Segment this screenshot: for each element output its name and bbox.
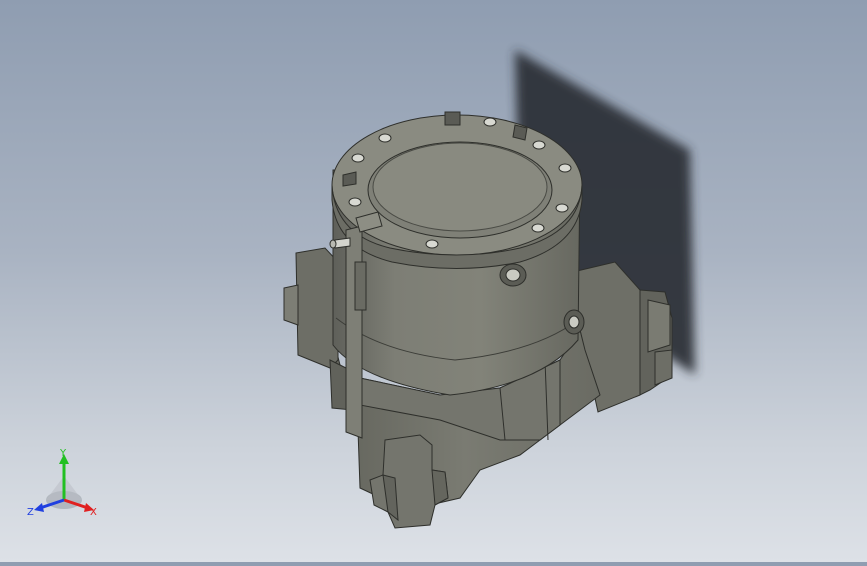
triad-z-label: Z [27,507,34,518]
triad-y-label: Y [59,448,67,459]
top-flange [331,114,583,269]
graphics-viewport[interactable]: Y X Z [0,0,867,562]
orientation-triad[interactable]: Y X Z [24,448,104,528]
triad-x-label: X [90,507,97,518]
triad-z-arrow [34,503,44,512]
cad-scene[interactable] [0,0,867,562]
triad-graphic: Y X Z [27,448,97,518]
